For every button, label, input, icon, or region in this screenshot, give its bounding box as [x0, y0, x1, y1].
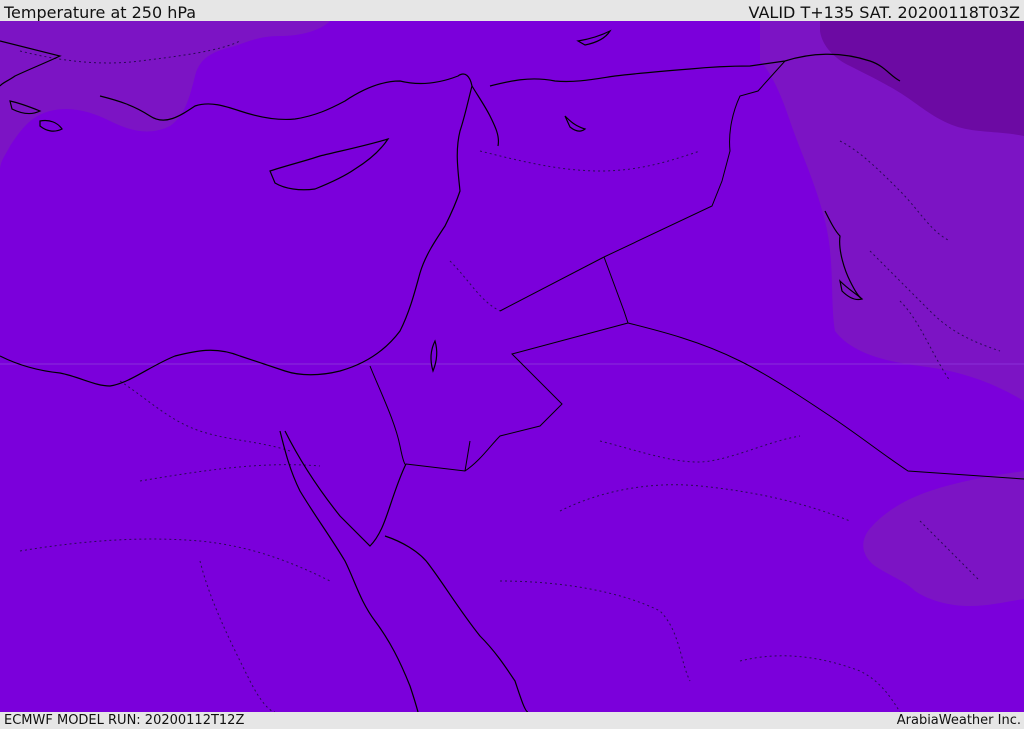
model-run-label: ECMWF MODEL RUN: 20200112T12Z	[4, 713, 245, 728]
weather-map	[0, 21, 1024, 712]
valid-time: VALID T+135 SAT. 20200118T03Z	[748, 3, 1020, 22]
map-svg	[0, 21, 1024, 712]
credit-label: ArabiaWeather Inc.	[896, 713, 1021, 728]
map-title: Temperature at 250 hPa	[4, 3, 197, 22]
title-bar: Temperature at 250 hPa VALID T+135 SAT. …	[0, 0, 1024, 22]
footer-bar: ECMWF MODEL RUN: 20200112T12Z ArabiaWeat…	[0, 712, 1024, 729]
